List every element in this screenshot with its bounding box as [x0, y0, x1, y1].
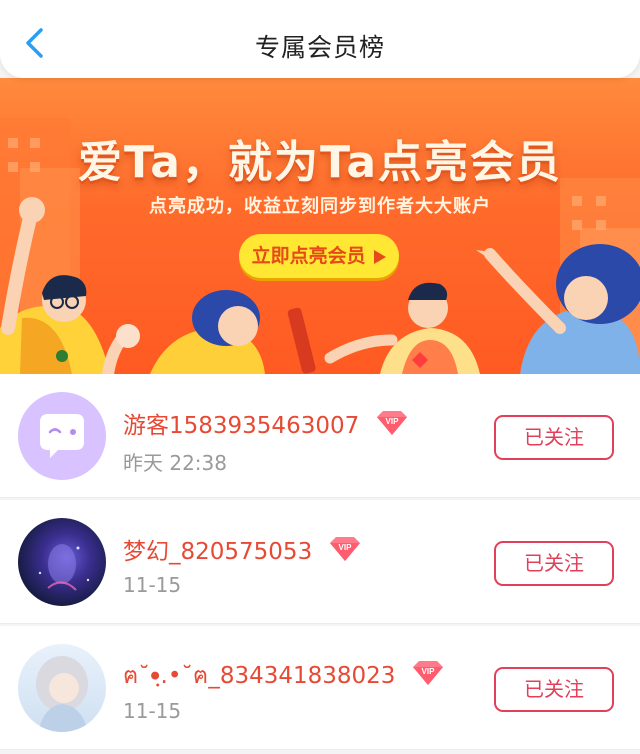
avatar[interactable] — [18, 392, 106, 480]
list-item[interactable]: 游客1583935463007 VIP 昨天 22:38 已关注 — [0, 374, 640, 498]
banner-subtitle: 点亮成功，收益立刻同步到作者大大账户 — [149, 196, 491, 217]
promo-banner[interactable]: 爱Ta，就为Ta点亮会员 点亮成功，收益立刻同步到作者大大账户 立即点亮会员 — [0, 78, 640, 374]
svg-text:VIP: VIP — [385, 417, 399, 426]
vip-diamond-icon: VIP — [329, 536, 360, 561]
avatar[interactable] — [18, 644, 106, 732]
banner-headline: 爱Ta，就为Ta点亮会员 — [77, 137, 563, 188]
page-title: 专属会员榜 — [254, 33, 385, 62]
member-time: 11-15 — [123, 573, 182, 597]
list-item[interactable]: 梦幻_820575053 VIP 11-15 已关注 — [0, 500, 640, 624]
vip-diamond-icon: VIP — [412, 660, 443, 685]
followed-button[interactable]: 已关注 — [494, 541, 614, 586]
member-name[interactable]: ฅ˘•ฺ.•˘ฅ_834341838023 VIP — [123, 658, 447, 694]
top-bar: 专属会员榜 — [0, 0, 640, 78]
chat-bubble-icon — [40, 414, 84, 458]
member-name[interactable]: 游客1583935463007 VIP — [123, 406, 411, 441]
play-triangle-icon — [374, 249, 387, 264]
cta-label: 立即点亮会员 — [251, 245, 366, 267]
member-time: 昨天 22:38 — [123, 451, 227, 475]
light-up-membership-button[interactable]: 立即点亮会员 — [239, 234, 399, 278]
followed-button[interactable]: 已关注 — [494, 667, 614, 712]
vip-diamond-icon: VIP — [376, 410, 407, 435]
svg-text:VIP: VIP — [338, 543, 352, 552]
member-name[interactable]: 梦幻_820575053 VIP — [123, 532, 364, 567]
followed-button[interactable]: 已关注 — [494, 415, 614, 460]
avatar[interactable] — [18, 518, 106, 606]
anime-avatar-art — [36, 656, 88, 732]
galaxy-avatar-art — [38, 544, 90, 591]
member-time: 11-15 — [123, 699, 182, 723]
list-item[interactable]: ฅ˘•ฺ.•˘ฅ_834341838023 VIP 11-15 已关注 — [0, 626, 640, 750]
svg-text:VIP: VIP — [421, 667, 435, 676]
banner-illustration — [0, 118, 640, 374]
